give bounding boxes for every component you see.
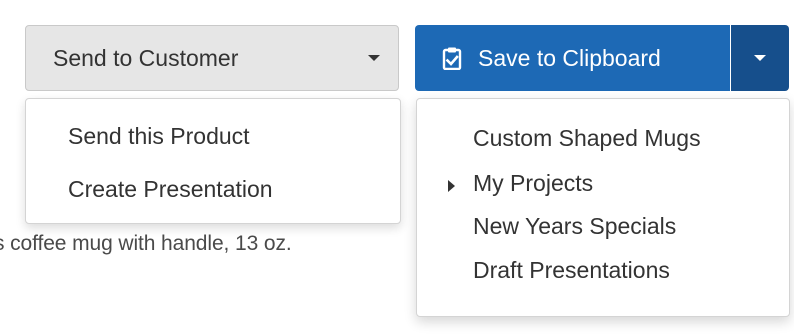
send-to-customer-button[interactable]: Send to Customer [25, 25, 399, 91]
clipboard-check-icon [442, 47, 462, 70]
save-to-clipboard-label: Save to Clipboard [478, 44, 661, 71]
product-description-text: s coffee mug with handle, 13 oz. [0, 232, 292, 255]
menu-item-custom-shaped-mugs[interactable]: Custom Shaped Mugs [473, 125, 701, 152]
caret-right-icon [448, 180, 455, 192]
menu-item-send-this-product[interactable]: Send this Product [68, 123, 250, 150]
chevron-down-icon [754, 55, 766, 61]
clipboard-menu: Custom Shaped Mugs My Projects New Years… [416, 98, 790, 317]
save-to-clipboard-toggle[interactable] [731, 25, 789, 91]
menu-item-my-projects[interactable]: My Projects [473, 170, 593, 197]
save-to-clipboard-button[interactable]: Save to Clipboard [415, 25, 730, 91]
chevron-down-icon [368, 55, 380, 61]
send-to-customer-menu: Send this Product Create Presentation [25, 98, 401, 224]
menu-item-create-presentation[interactable]: Create Presentation [68, 176, 273, 203]
menu-item-draft-presentations[interactable]: Draft Presentations [473, 257, 670, 284]
send-to-customer-label: Send to Customer [53, 44, 239, 71]
menu-item-new-years-specials[interactable]: New Years Specials [473, 213, 676, 240]
